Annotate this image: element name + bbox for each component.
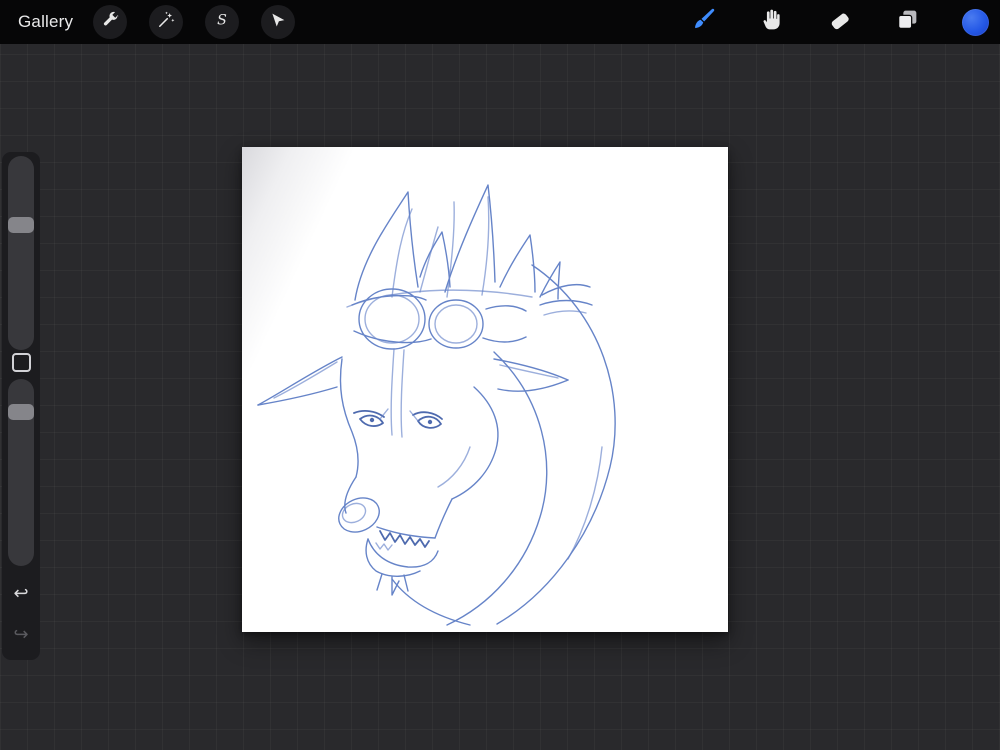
brush-opacity-handle[interactable] [8, 404, 34, 420]
left-tool-group: S [93, 5, 296, 39]
selection-s-icon: S [212, 10, 232, 35]
magic-wand-icon [157, 10, 176, 34]
gallery-button[interactable]: Gallery [18, 12, 73, 32]
brush-sidebar: ↩ ↪ [2, 152, 40, 660]
modify-button[interactable] [12, 353, 31, 372]
transform-button[interactable] [261, 5, 296, 39]
layers-icon [895, 7, 920, 37]
transform-arrow-icon [269, 11, 287, 34]
eraser-icon [827, 7, 853, 38]
drawing-canvas[interactable] [242, 147, 728, 632]
dragon-sketch [257, 184, 616, 626]
smudge-hand-icon [759, 7, 784, 37]
undo-icon: ↩ [13, 583, 29, 603]
adjustments-button[interactable] [149, 5, 184, 39]
redo-button[interactable]: ↪ [2, 621, 40, 647]
brush-size-handle[interactable] [8, 217, 34, 233]
smudge-tool-button[interactable] [757, 8, 786, 37]
undo-button[interactable]: ↩ [2, 580, 40, 606]
svg-text:S: S [217, 12, 227, 28]
actions-button[interactable] [93, 5, 128, 39]
color-picker-button[interactable] [961, 8, 990, 37]
top-toolbar: Gallery S [0, 0, 1000, 44]
color-swatch [962, 8, 989, 36]
selection-button[interactable]: S [205, 5, 240, 39]
eraser-tool-button[interactable] [825, 8, 854, 37]
paint-tool-button[interactable] [689, 8, 718, 37]
layers-button[interactable] [893, 8, 922, 37]
redo-icon: ↪ [13, 624, 29, 644]
right-tool-group [689, 0, 990, 44]
wrench-icon [101, 10, 120, 34]
brush-size-slider[interactable] [8, 156, 34, 350]
brush-icon [690, 6, 717, 38]
